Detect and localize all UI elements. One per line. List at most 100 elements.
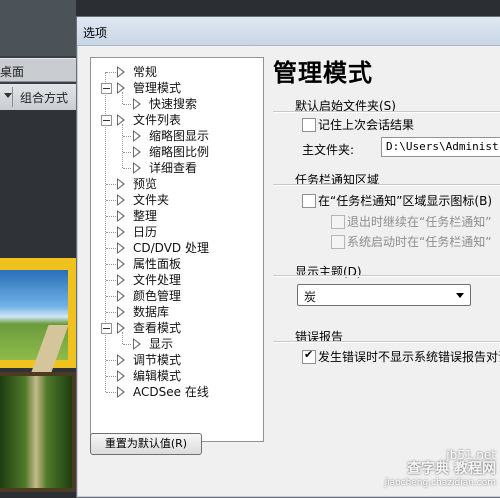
dialog-titlebar[interactable]: 选项 — [77, 17, 500, 46]
watermark-line1: jb51.net — [446, 448, 496, 462]
tree-item[interactable]: 整理 — [91, 208, 261, 224]
tree-item[interactable]: 文件处理 — [91, 272, 261, 288]
page-arrow-icon — [133, 162, 141, 174]
section-divider — [273, 111, 500, 113]
tree-item[interactable]: 颜色管理 — [91, 288, 261, 304]
continue-on-exit-checkbox[interactable] — [331, 215, 345, 229]
tree-item-label: 缩略图比例 — [149, 145, 210, 159]
tree-item[interactable]: 缩略图比例 — [91, 144, 261, 160]
watermark: jb51.net 查字典 教程网 jiaocheng.chazidian.com — [385, 448, 496, 490]
tree-item[interactable]: 管理模式 — [91, 80, 261, 96]
page-arrow-icon — [117, 66, 125, 78]
section-divider — [273, 341, 500, 343]
tree-item[interactable]: 日历 — [91, 224, 261, 240]
background-tab[interactable]: 桌面 — [0, 58, 76, 82]
watermark-line2: 查字典 教程网 — [407, 461, 496, 477]
background-toolbar: 组合方式 — [0, 84, 76, 111]
page-arrow-icon — [117, 82, 125, 94]
tree-item-label: 文件夹 — [133, 193, 170, 207]
main-folder-label: 主文件夹: — [302, 143, 355, 157]
suppress-error-report-checkbox[interactable] — [302, 348, 316, 364]
tree-item-label: 查看模式 — [133, 321, 182, 335]
collapse-icon[interactable] — [101, 83, 112, 94]
group-by-label[interactable]: 组合方式 — [20, 89, 68, 106]
page-arrow-icon — [117, 194, 125, 206]
tree-item[interactable]: 编辑模式 — [91, 368, 261, 384]
tree-item-label: 快速搜索 — [149, 97, 198, 111]
suppress-error-report-label: 发生错误时不显示系统错误报告对话 — [318, 350, 500, 364]
options-tree[interactable]: 常规 管理模式快速搜索文件列表 缩略图显示 缩略图比例详细查看预览文件夹 整理 日历 CD/… — [90, 57, 264, 442]
thumbnail-landscape[interactable] — [0, 258, 76, 372]
continue-on-exit-label: 退出时继续在“任务栏通知” — [347, 215, 492, 229]
tree-item-label: ACDSee 在线 — [133, 385, 209, 399]
tree-item[interactable]: 缩略图显示 — [91, 128, 261, 144]
page-arrow-icon — [117, 258, 125, 270]
page-arrow-icon — [117, 242, 125, 254]
section-divider — [273, 275, 500, 277]
tree-item[interactable]: ACDSee 在线 — [91, 384, 261, 400]
watermark-line3: jiaocheng.chazidian.com — [384, 478, 496, 488]
tree-item[interactable]: 快速搜索 — [91, 96, 261, 112]
section-divider — [273, 184, 500, 186]
tree-item-label: 数据库 — [133, 305, 170, 319]
page-arrow-icon — [117, 290, 125, 302]
tree-item[interactable]: 常规 — [91, 64, 261, 80]
tree-item-label: 显示 — [149, 337, 174, 351]
tree-item-label: 文件处理 — [133, 273, 182, 287]
theme-select-value: 炭 — [304, 290, 317, 304]
tree-item-label: 颜色管理 — [133, 289, 182, 303]
tree-item[interactable]: 预览 — [91, 176, 261, 192]
collapse-icon[interactable] — [101, 323, 112, 334]
page-arrow-icon — [117, 274, 125, 286]
tree-item[interactable]: 文件夹 — [91, 192, 261, 208]
tree-item[interactable]: 详细查看 — [91, 160, 261, 176]
tree-item[interactable]: 调节模式 — [91, 352, 261, 368]
background-header — [0, 0, 76, 56]
tree-item-label: 详细查看 — [149, 161, 198, 175]
thumbnail-forest[interactable] — [0, 372, 76, 492]
page-arrow-icon — [133, 338, 141, 350]
tree-connector — [122, 92, 123, 104]
tree-item-label: 属性面板 — [133, 257, 182, 271]
tree-item-label: 编辑模式 — [133, 369, 182, 383]
background-app: 桌面 组合方式 — [0, 0, 76, 492]
start-on-boot-checkbox[interactable] — [331, 235, 345, 249]
collapse-icon[interactable] — [101, 115, 112, 126]
page-arrow-icon — [117, 386, 125, 398]
tree-item[interactable]: 查看模式 — [91, 320, 261, 336]
page-arrow-icon — [117, 178, 125, 190]
page-arrow-icon — [117, 226, 125, 238]
tree-item-label: 文件列表 — [133, 113, 182, 127]
tree-item-label: 预览 — [133, 177, 158, 191]
chevron-down-icon — [456, 293, 464, 298]
theme-select[interactable]: 炭 — [297, 284, 471, 306]
tree-item-label: 调节模式 — [133, 353, 182, 367]
tree-item-label: 管理模式 — [133, 81, 182, 95]
theme-section-title: 显示主题(D) — [295, 265, 362, 279]
main-folder-field[interactable]: D:\Users\Administrator\ — [381, 137, 500, 157]
toolbar-separator — [12, 87, 13, 107]
tree-item[interactable]: CD/DVD 处理 — [91, 240, 261, 256]
tree-connector — [122, 332, 123, 344]
page-arrow-icon — [117, 322, 125, 334]
tree-item[interactable]: 属性面板 — [91, 256, 261, 272]
thumbnail-image — [0, 270, 69, 372]
options-dialog: 选项 常规 管理模式快速搜索文件列表 缩略图显示 缩略图比例详细查看预览文件夹 整理 日历… — [76, 16, 500, 498]
page-arrow-icon — [117, 210, 125, 222]
page-arrow-icon — [133, 98, 141, 110]
page-arrow-icon — [133, 146, 141, 158]
show-tray-icon-label: 在“任务栏通知”区域显示图标(B) — [318, 194, 493, 208]
chevron-down-icon[interactable] — [4, 93, 12, 98]
show-tray-icon-checkbox[interactable] — [302, 194, 316, 208]
tree-item[interactable]: 数据库 — [91, 304, 261, 320]
background-tab-label: 桌面 — [0, 65, 25, 79]
reset-defaults-button[interactable]: 重置为默认值(R) — [90, 433, 202, 455]
tree-item[interactable]: 显示 — [91, 336, 261, 352]
tree-item[interactable]: 文件列表 — [91, 112, 261, 128]
remember-session-label: 记住上次会话结果 — [318, 118, 415, 132]
page-arrow-icon — [117, 114, 125, 126]
page-arrow-icon — [117, 370, 125, 382]
dialog-title: 选项 — [83, 26, 108, 40]
tree-connector — [122, 124, 123, 168]
remember-session-checkbox[interactable] — [302, 118, 316, 132]
